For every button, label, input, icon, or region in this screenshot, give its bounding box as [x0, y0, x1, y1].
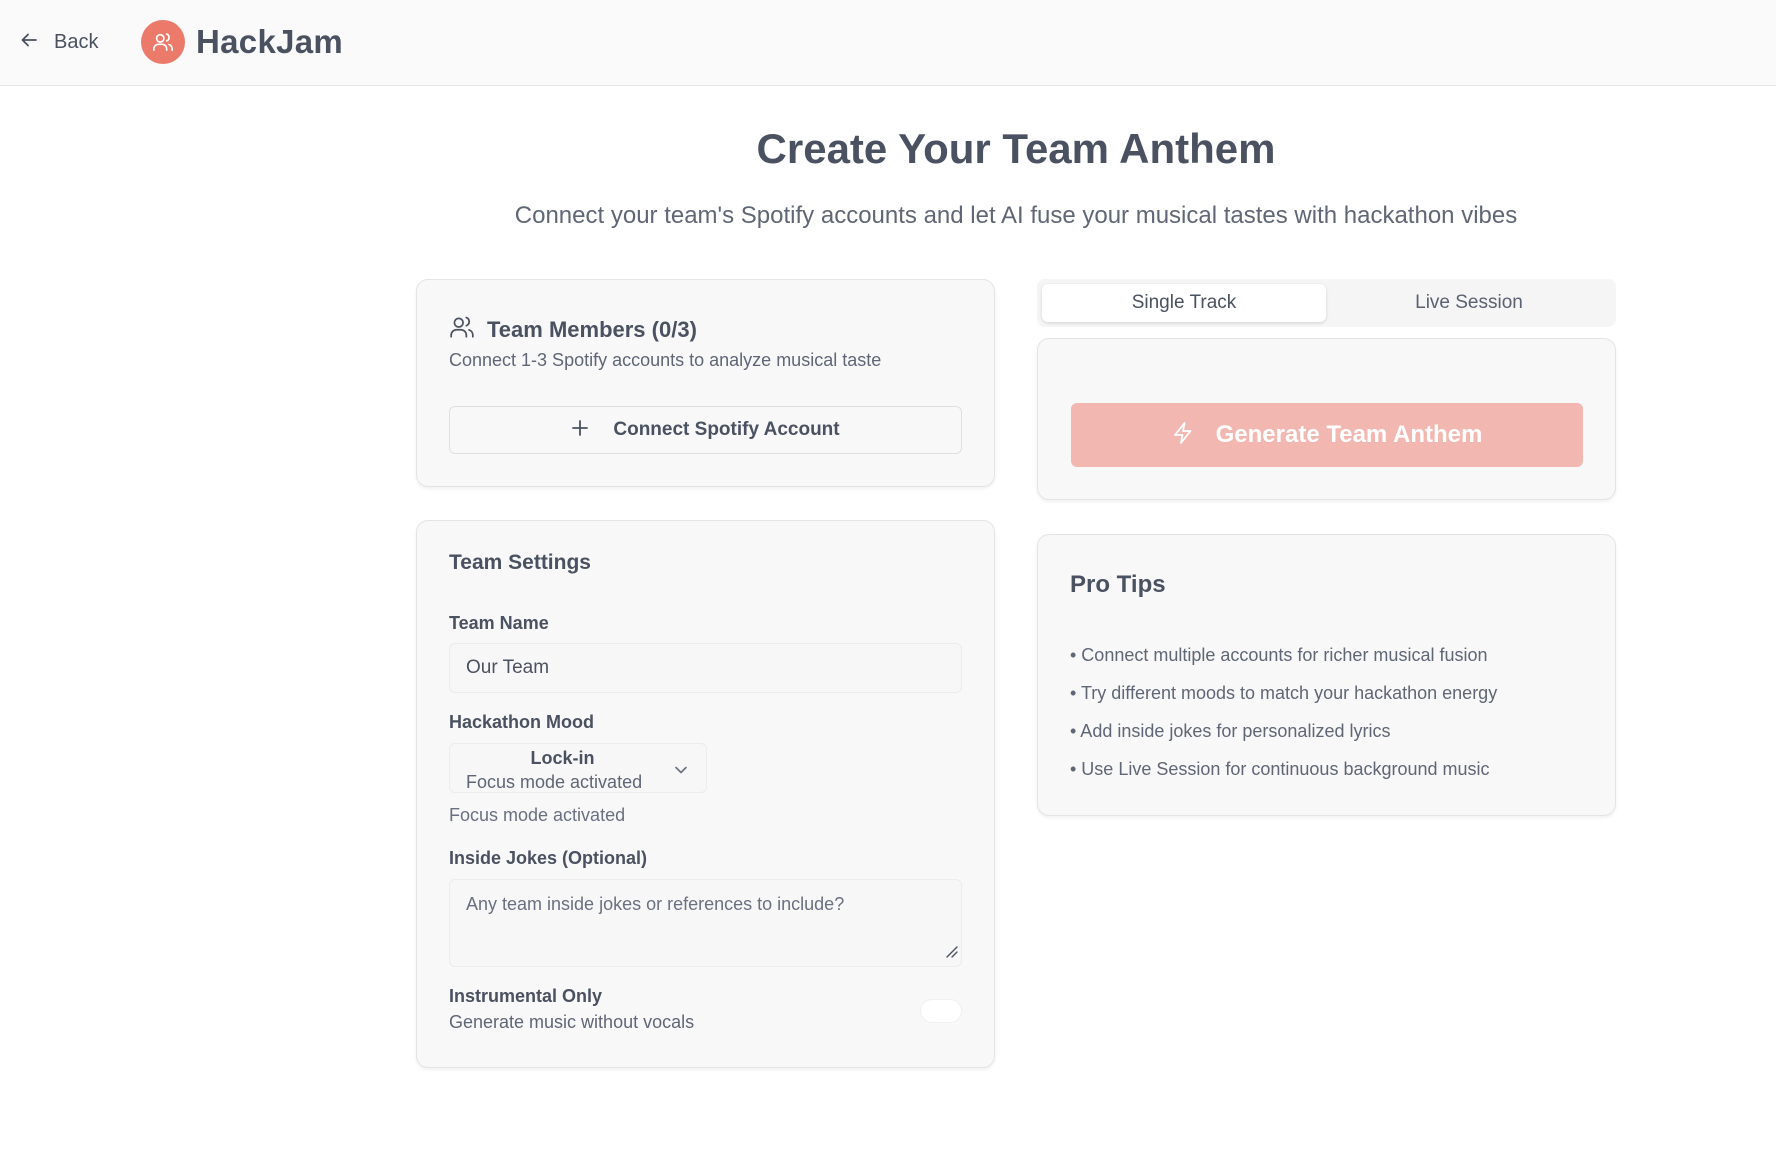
list-item: • Use Live Session for continuous backgr…	[1070, 759, 1490, 779]
top-bar: Back HackJam	[0, 0, 1776, 86]
generate-card: Generate Team Anthem	[1037, 338, 1616, 500]
team-members-title: Team Members (0/3)	[487, 316, 697, 342]
list-item: • Try different moods to match your hack…	[1070, 683, 1498, 703]
generate-anthem-button[interactable]: Generate Team Anthem	[1071, 403, 1583, 467]
inside-jokes-placeholder: Any team inside jokes or references to i…	[466, 894, 845, 914]
mood-selected-value: Lock-in	[530, 748, 595, 768]
list-item: • Connect multiple accounts for richer m…	[1070, 645, 1488, 665]
instrumental-toggle[interactable]	[920, 999, 962, 1023]
instrumental-label: Instrumental Only	[449, 986, 603, 1006]
team-name-label: Team Name	[449, 613, 549, 633]
page-subtitle: Connect your team's Spotify accounts and…	[514, 202, 1518, 229]
page-title: Create Your Team Anthem	[756, 125, 1276, 172]
hackathon-mood-label: Hackathon Mood	[449, 712, 595, 732]
tab-single-track[interactable]: Single Track	[1042, 284, 1326, 322]
team-settings-card: Team Settings Team Name Our Team Hackath…	[416, 520, 995, 1068]
resize-handle-icon[interactable]	[943, 943, 959, 964]
team-settings-title: Team Settings	[449, 551, 591, 574]
generate-anthem-label: Generate Team Anthem	[1215, 421, 1483, 448]
connect-spotify-button[interactable]: Connect Spotify Account	[449, 406, 962, 454]
arrow-left-icon	[20, 31, 38, 54]
tab-live-session[interactable]: Live Session	[1327, 284, 1611, 322]
inside-jokes-label: Inside Jokes (Optional)	[449, 848, 648, 868]
plus-icon	[571, 419, 589, 442]
mood-helper-text: Focus mode activated	[449, 805, 626, 825]
team-name-input[interactable]: Our Team	[449, 643, 962, 693]
connect-spotify-label: Connect Spotify Account	[613, 419, 840, 440]
zap-icon	[1172, 421, 1194, 450]
chevron-down-icon	[674, 762, 688, 780]
app-logo-text: HackJam	[196, 23, 344, 60]
users-icon	[449, 314, 475, 345]
mode-tabs: Single Track Live Session	[1037, 279, 1616, 327]
inside-jokes-textarea[interactable]: Any team inside jokes or references to i…	[449, 879, 962, 967]
pro-tips-list: • Connect multiple accounts for richer m…	[1070, 643, 1497, 795]
team-members-card: Team Members (0/3) Connect 1-3 Spotify a…	[416, 279, 995, 487]
pro-tips-card: Pro Tips • Connect multiple accounts for…	[1037, 534, 1616, 816]
hackathon-mood-select[interactable]: Lock-in Focus mode activated	[449, 743, 707, 793]
team-members-header: Team Members (0/3)	[449, 314, 697, 345]
list-item: • Add inside jokes for personalized lyri…	[1070, 721, 1391, 741]
mood-selected-description: Focus mode activated	[466, 772, 643, 792]
instrumental-description: Generate music without vocals	[449, 1012, 695, 1032]
pro-tips-title: Pro Tips	[1070, 571, 1166, 598]
users-icon	[141, 20, 185, 64]
back-button[interactable]: Back	[20, 26, 98, 58]
back-label: Back	[54, 30, 99, 53]
team-members-description: Connect 1-3 Spotify accounts to analyze …	[449, 350, 882, 370]
